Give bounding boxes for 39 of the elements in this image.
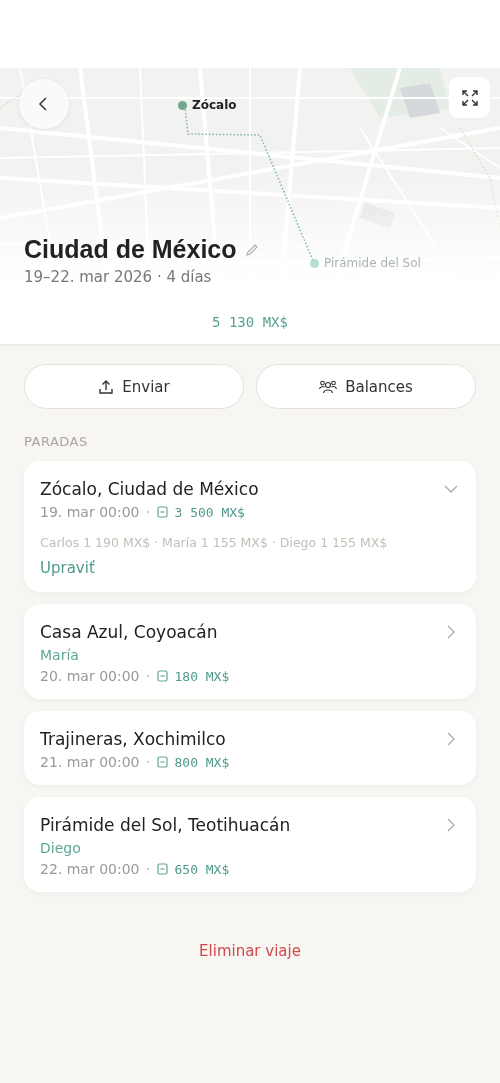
map-pin-icon[interactable] [178, 100, 187, 110]
share-button[interactable]: Enviar [24, 364, 244, 409]
map-pin-icon[interactable] [310, 258, 319, 268]
fullscreen-button[interactable] [449, 77, 490, 118]
section-heading: PARADAS [24, 434, 88, 449]
stop-card[interactable]: Casa Azul, Coyoacán María 20. mar 00:00 180 MX$ [24, 604, 476, 699]
expand-icon [461, 89, 478, 106]
receipt-icon [157, 756, 169, 768]
stop-name: Zócalo, Ciudad de México [40, 479, 259, 499]
pencil-icon[interactable] [244, 242, 259, 257]
stop-amount: 800 MX$ [174, 754, 230, 770]
stop-name: Casa Azul, Coyoacán [40, 622, 218, 642]
stop-date: 20. mar 00:00 [40, 668, 140, 684]
upload-icon [98, 378, 115, 395]
split-summary: Carlos 1 190 MX$ · María 1 155 MX$ · Diego 1 155 MX$ [40, 535, 388, 550]
stop-name: Trajineras, Xochimilco [40, 729, 226, 749]
receipt-icon [157, 863, 169, 875]
stop-date: 22. mar 00:00 [40, 861, 140, 877]
people-icon [319, 378, 338, 395]
payer-name: María [40, 647, 79, 663]
receipt-icon [157, 506, 169, 518]
receipt-icon [157, 670, 169, 682]
delete-trip-button[interactable]: Eliminar viaje [195, 940, 305, 962]
stop-amount: 180 MX$ [174, 668, 230, 684]
stop-date: 21. mar 00:00 [40, 754, 140, 770]
stop-amount: 3 500 MX$ [174, 504, 245, 520]
stop-date: 19. mar 00:00 [40, 504, 140, 520]
stop-card[interactable]: Pirámide del Sol, Teotihuacán Diego 22. mar 00:00 650 MX$ [24, 797, 476, 892]
marker-label: Zócalo [192, 98, 237, 112]
payer-name: Diego [40, 840, 81, 856]
stop-amount: 650 MX$ [174, 861, 230, 877]
trip-dates: 19–22. mar 2026 · 4 días [24, 268, 213, 286]
trip-total: 5 130 MX$ [212, 314, 288, 330]
stop-name: Pirámide del Sol, Teotihuacán [40, 815, 291, 835]
marker-label: Pirámide del Sol [324, 256, 421, 270]
stop-card[interactable]: Zócalo, Ciudad de México 19. mar 00:00 3 500 MX$ Carlos 1 190 MX$ · María 1 155 MX$ · Diego 1 155 MX$ Upraviť [24, 461, 476, 592]
stop-card[interactable]: Trajineras, Xochimilco 21. mar 00:00 800 MX$ [24, 711, 476, 785]
trip-title: Ciudad de México [24, 235, 237, 264]
balances-button[interactable]: Balances [256, 364, 476, 409]
